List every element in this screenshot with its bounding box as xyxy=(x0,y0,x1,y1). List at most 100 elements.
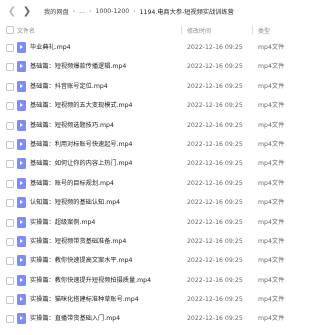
video-file-icon xyxy=(17,80,26,92)
select-all-checkbox[interactable] xyxy=(6,26,14,34)
file-name[interactable]: 实操篇：猫咪化搭建标准种草账号.mp4 xyxy=(30,290,139,309)
file-modified-time: 2022-12-16 09:25 xyxy=(187,276,243,284)
file-row[interactable]: 实操篇：教你快速提升短视频拍摄质量.mp4 2022-12-16 09:25 mp4… xyxy=(0,271,310,290)
file-name[interactable]: 实操篇：短视频带货基础准备.mp4 xyxy=(30,232,126,251)
forward-button[interactable]: ❯ xyxy=(21,4,33,18)
file-row[interactable]: 基础篇：如何让你的内容上热门.mp4 2022-12-16 09:25 mp4文件 xyxy=(0,154,310,173)
file-list-header: 文件名 修改时间 类型 xyxy=(0,22,310,38)
file-name[interactable]: 基础篇：短视频选题技巧.mp4 xyxy=(30,116,114,135)
file-row[interactable]: 基础篇：账号的目标规划.mp4 2022-12-16 09:25 mp4文件 xyxy=(0,174,310,193)
file-name[interactable]: 毕业典礼.mp4 xyxy=(30,38,71,57)
video-file-icon xyxy=(17,197,26,209)
file-modified-time: 2022-12-16 09:25 xyxy=(187,44,243,51)
file-row[interactable]: 基础篇：短视频选题技巧.mp4 2022-12-16 09:25 mp4文件 xyxy=(0,116,310,135)
file-name[interactable]: 实操篇：超级案例.mp4 xyxy=(30,213,95,232)
file-row[interactable]: 基础篇：抖音账号定位.mp4 2022-12-16 09:25 mp4文件 xyxy=(0,77,310,96)
file-row[interactable]: 基础篇：短视频爆款传播逻辑.mp4 2022-12-16 09:25 mp4文件 xyxy=(0,57,310,76)
file-type: mp4文件 xyxy=(258,199,285,207)
file-modified-time: 2022-12-16 09:25 xyxy=(187,199,243,207)
row-checkbox[interactable] xyxy=(6,315,14,324)
file-type: mp4文件 xyxy=(258,160,285,168)
breadcrumb-item-folder[interactable]: 1000-1200 xyxy=(95,8,129,15)
file-modified-time: 2022-12-16 09:25 xyxy=(187,257,243,265)
file-name[interactable]: 实操篇：教你快速提升短视频拍摄质量.mp4 xyxy=(30,271,151,290)
video-file-icon xyxy=(17,313,26,325)
file-name[interactable]: 基础篇：账号的目标规划.mp4 xyxy=(30,174,114,193)
column-divider[interactable] xyxy=(181,26,182,34)
row-checkbox[interactable] xyxy=(6,199,14,208)
file-row[interactable]: 实操篇：教你快速提高文案水平.mp4 2022-12-16 09:25 mp4文件 xyxy=(0,251,310,270)
file-type: mp4文件 xyxy=(258,44,285,51)
breadcrumb-item-root[interactable]: 我的网盘 xyxy=(44,7,69,16)
file-row[interactable]: 实操篇：超级案例.mp4 2022-12-16 09:25 mp4文件 xyxy=(0,213,310,232)
video-file-icon xyxy=(17,274,26,286)
column-header-type[interactable]: 类型 xyxy=(258,22,270,38)
file-row[interactable]: 实操篇：直播带货基础入门.mp4 2022-12-16 09:25 mp4文件 xyxy=(0,309,310,328)
row-checkbox[interactable] xyxy=(6,179,14,188)
breadcrumb-separator-icon: › xyxy=(89,7,92,15)
row-checkbox[interactable] xyxy=(6,63,14,72)
video-file-icon xyxy=(17,42,26,53)
file-list: 毕业典礼.mp4 2022-12-16 09:25 mp4文件 基础篇：短视频爆款传播… xyxy=(0,38,310,329)
video-file-icon xyxy=(17,294,26,306)
breadcrumb: 我的网盘 › ... › 1000-1200 › 1194.电商大参-短视频实战… xyxy=(44,7,234,16)
file-name[interactable]: 基础篇：短视频的五大变现模式.mp4 xyxy=(30,96,132,115)
row-checkbox[interactable] xyxy=(6,82,14,91)
back-button[interactable]: ❮ xyxy=(6,4,18,18)
file-modified-time: 2022-12-16 09:25 xyxy=(187,218,243,226)
column-header-time[interactable]: 修改时间 xyxy=(187,22,211,38)
row-checkbox[interactable] xyxy=(6,257,14,266)
file-row[interactable]: 实操篇：猫咪化搭建标准种草账号.mp4 2022-12-16 09:25 mp4文件 xyxy=(0,290,310,309)
file-row[interactable]: 认知篇：短视频的基础认知.mp4 2022-12-16 09:25 mp4文件 xyxy=(0,193,310,212)
file-modified-time: 2022-12-16 09:25 xyxy=(187,102,243,110)
file-modified-time: 2022-12-16 09:25 xyxy=(187,140,243,148)
breadcrumb-separator-icon: › xyxy=(133,7,136,15)
file-row[interactable]: 实操篇：短视频带货基础准备.mp4 2022-12-16 09:25 mp4文件 xyxy=(0,232,310,251)
row-checkbox[interactable] xyxy=(6,160,14,169)
file-name[interactable]: 基础篇：利用对标账号快速起号.mp4 xyxy=(30,135,132,154)
file-name[interactable]: 认知篇：短视频的基础认知.mp4 xyxy=(30,193,120,212)
file-type: mp4文件 xyxy=(258,179,285,187)
video-file-icon xyxy=(17,235,26,247)
breadcrumb-item-current: 1194.电商大参-短视频实战训练营 xyxy=(139,8,234,16)
row-checkbox[interactable] xyxy=(6,102,14,111)
file-type: mp4文件 xyxy=(258,276,285,284)
video-file-icon xyxy=(17,100,26,112)
file-modified-time: 2022-12-16 09:25 xyxy=(187,315,243,323)
file-name[interactable]: 基础篇：抖音账号定位.mp4 xyxy=(30,77,108,96)
file-modified-time: 2022-12-16 09:25 xyxy=(187,237,243,245)
file-type: mp4文件 xyxy=(258,257,285,265)
video-file-icon xyxy=(17,119,26,131)
file-row[interactable]: 基础篇：利用对标账号快速起号.mp4 2022-12-16 09:25 mp4文件 xyxy=(0,135,310,154)
row-checkbox[interactable] xyxy=(6,121,14,130)
row-checkbox[interactable] xyxy=(6,276,14,285)
column-divider[interactable] xyxy=(252,26,253,34)
video-file-icon xyxy=(17,61,26,73)
file-name[interactable]: 基础篇：如何让你的内容上热门.mp4 xyxy=(30,154,132,173)
video-file-icon xyxy=(17,177,26,189)
file-modified-time: 2022-12-16 09:25 xyxy=(187,82,243,90)
file-type: mp4文件 xyxy=(258,121,285,129)
file-row[interactable]: 毕业典礼.mp4 2022-12-16 09:25 mp4文件 xyxy=(0,38,310,57)
breadcrumb-item-ellipsis[interactable]: ... xyxy=(79,8,85,15)
file-type: mp4文件 xyxy=(258,296,285,304)
row-checkbox[interactable] xyxy=(6,44,14,52)
top-navigation-bar: ❮ ❯ 我的网盘 › ... › 1000-1200 › 1194.电商大参-短… xyxy=(0,0,310,22)
row-checkbox[interactable] xyxy=(6,140,14,149)
file-name[interactable]: 基础篇：短视频爆款传播逻辑.mp4 xyxy=(30,57,126,76)
column-header-name[interactable]: 文件名 xyxy=(17,22,35,38)
file-name[interactable]: 实操篇：教你快速提高文案水平.mp4 xyxy=(30,251,132,270)
file-row[interactable]: 基础篇：短视频的五大变现模式.mp4 2022-12-16 09:25 mp4文件 xyxy=(0,96,310,115)
row-checkbox[interactable] xyxy=(6,218,14,227)
video-file-icon xyxy=(17,255,26,267)
chevron-left-icon: ❮ xyxy=(7,5,17,17)
file-type: mp4文件 xyxy=(258,218,285,226)
file-name[interactable]: 实操篇：直播带货基础入门.mp4 xyxy=(30,309,120,328)
file-type: mp4文件 xyxy=(258,315,285,323)
file-modified-time: 2022-12-16 09:25 xyxy=(187,296,243,304)
row-checkbox[interactable] xyxy=(6,296,14,305)
file-type: mp4文件 xyxy=(258,140,285,148)
file-type: mp4文件 xyxy=(258,102,285,110)
breadcrumb-separator-icon: › xyxy=(72,7,76,15)
row-checkbox[interactable] xyxy=(6,237,14,246)
